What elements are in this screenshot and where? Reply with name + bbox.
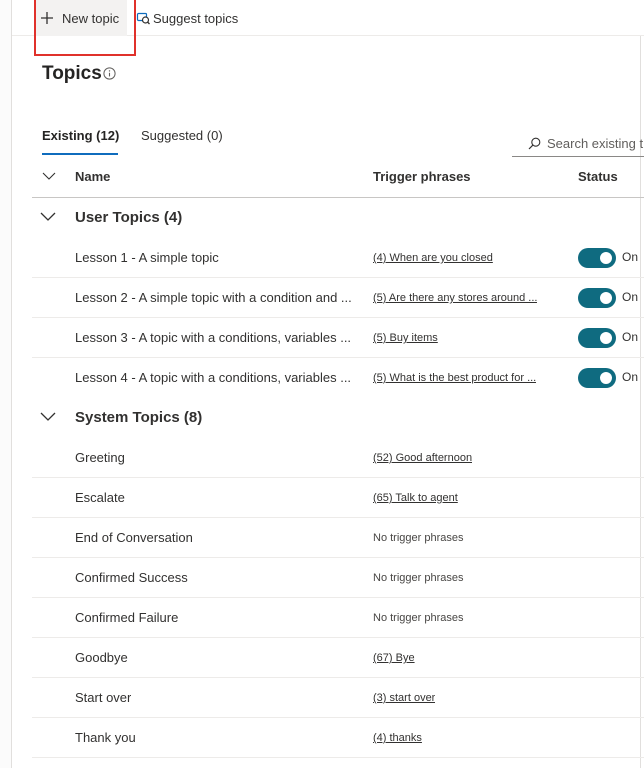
table-row[interactable]: Greeting (52) Good afternoon — [32, 438, 644, 478]
topic-name: Escalate — [75, 490, 125, 505]
status-toggle[interactable] — [578, 248, 616, 268]
info-icon[interactable] — [103, 67, 116, 80]
plus-icon — [41, 12, 53, 24]
table-row[interactable]: Goodbye (67) Bye — [32, 638, 644, 678]
left-rail — [0, 0, 12, 768]
table-row[interactable]: Escalate (65) Talk to agent — [32, 478, 644, 518]
trigger-phrases-text: No trigger phrases — [373, 532, 464, 544]
group-label: System Topics (8) — [75, 409, 203, 426]
suggest-topics-label: Suggest topics — [153, 10, 239, 26]
trigger-phrases-link[interactable]: (5) Are there any stores around ... — [373, 292, 537, 304]
trigger-phrases-link[interactable]: (5) Buy items — [373, 332, 438, 344]
group-label: User Topics (4) — [75, 209, 183, 226]
active-tab-indicator — [42, 153, 118, 155]
trigger-phrases-link[interactable]: (52) Good afternoon — [373, 452, 472, 464]
status-toggle[interactable] — [578, 328, 616, 348]
status-label: On — [622, 330, 639, 344]
table-row[interactable]: Lesson 2 - A simple topic with a conditi… — [32, 278, 644, 318]
status-toggle[interactable] — [578, 288, 616, 308]
topic-name: Lesson 3 - A topic with a conditions, va… — [75, 330, 352, 345]
toggle-knob — [600, 292, 612, 304]
trigger-phrases-text: No trigger phrases — [373, 572, 464, 584]
new-topic-label: New topic — [62, 10, 120, 26]
table-row[interactable]: Confirmed Failure No trigger phrases — [32, 598, 644, 638]
trigger-phrases-link[interactable]: (67) Bye — [373, 652, 415, 664]
trigger-phrases-link[interactable]: (65) Talk to agent — [373, 492, 458, 504]
suggest-icon — [136, 12, 150, 25]
search-box[interactable] — [512, 131, 644, 157]
chevron-down-icon — [40, 212, 56, 221]
topic-name: Lesson 1 - A simple topic — [75, 250, 219, 265]
table-header: Name Trigger phrases Status — [32, 157, 644, 198]
toggle-knob — [600, 372, 612, 384]
topic-name: Goodbye — [75, 650, 128, 665]
table-row[interactable]: Lesson 1 - A simple topic (4) When are y… — [32, 238, 644, 278]
trigger-phrases-text: No trigger phrases — [373, 612, 464, 624]
new-topic-button[interactable]: New topic — [34, 0, 128, 36]
topic-name: Confirmed Failure — [75, 610, 179, 625]
column-header-name[interactable]: Name — [75, 169, 110, 184]
table-row[interactable]: End of Conversation No trigger phrases — [32, 518, 644, 558]
column-header-trigger-phrases[interactable]: Trigger phrases — [373, 169, 471, 184]
table-row[interactable]: Start over (3) start over — [32, 678, 644, 718]
trigger-phrases-link[interactable]: (5) What is the best product for ... — [373, 372, 536, 384]
status-label: On — [622, 370, 639, 384]
topic-name: End of Conversation — [75, 530, 193, 545]
table-row[interactable]: Lesson 3 - A topic with a conditions, va… — [32, 318, 644, 358]
tab-suggested[interactable]: Suggested (0) — [141, 128, 223, 143]
trigger-phrases-link[interactable]: (3) start over — [373, 692, 435, 704]
page-title: Topics — [42, 63, 102, 84]
toggle-knob — [600, 252, 612, 264]
collapse-all-chevron-icon[interactable] — [42, 169, 56, 183]
command-bar: New topic Suggest topics — [12, 0, 644, 36]
topic-name: Lesson 4 - A topic with a conditions, va… — [75, 370, 352, 385]
chevron-down-icon — [40, 412, 56, 421]
topic-name: Start over — [75, 690, 132, 705]
toggle-knob — [600, 332, 612, 344]
column-header-status[interactable]: Status — [578, 169, 618, 184]
search-input[interactable] — [547, 136, 644, 151]
topic-name: Greeting — [75, 450, 125, 465]
status-label: On — [622, 290, 639, 304]
topic-name: Confirmed Success — [75, 570, 188, 585]
group-header-system-topics[interactable]: System Topics (8) — [32, 398, 644, 438]
suggest-topics-button[interactable]: Suggest topics — [136, 0, 238, 36]
status-toggle[interactable] — [578, 368, 616, 388]
status-label: On — [622, 250, 639, 264]
tab-existing[interactable]: Existing (12) — [42, 128, 119, 143]
table-row[interactable]: Confirmed Success No trigger phrases — [32, 558, 644, 598]
trigger-phrases-link[interactable]: (4) When are you closed — [373, 252, 493, 264]
topic-name: Thank you — [75, 730, 136, 745]
topic-name: Lesson 2 - A simple topic with a conditi… — [75, 290, 352, 305]
trigger-phrases-link[interactable]: (4) thanks — [373, 732, 422, 744]
search-icon — [528, 137, 541, 150]
table-row[interactable]: Thank you (4) thanks — [32, 718, 644, 758]
group-header-user-topics[interactable]: User Topics (4) — [32, 198, 644, 238]
table-row[interactable]: Lesson 4 - A topic with a conditions, va… — [32, 358, 644, 398]
